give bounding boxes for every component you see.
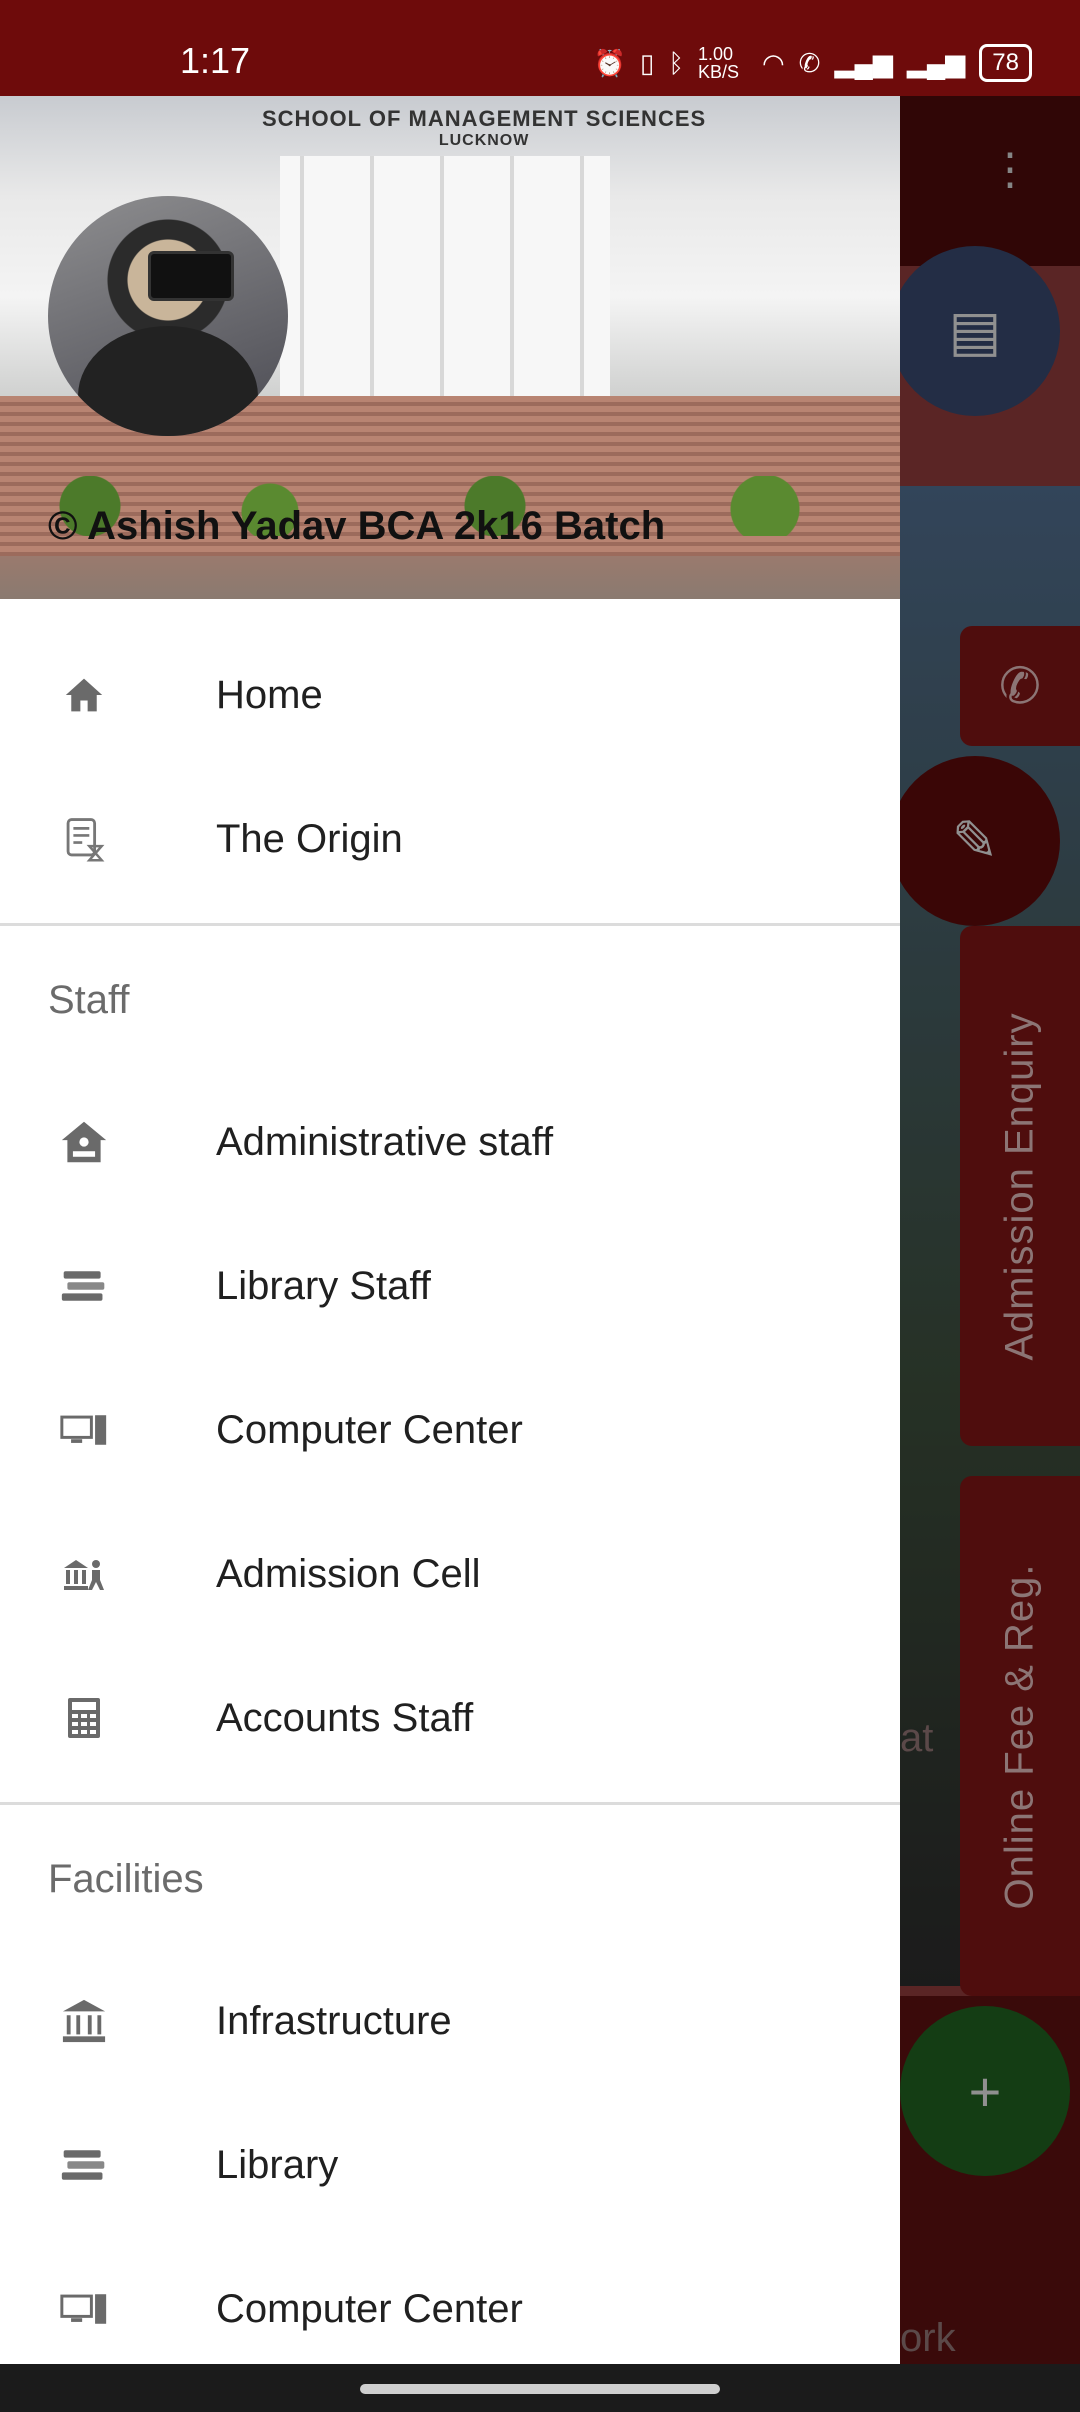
drawer-item-label: Library Staff bbox=[216, 1263, 431, 1308]
drawer-item-label: The Origin bbox=[216, 816, 403, 861]
books-icon bbox=[60, 2141, 108, 2189]
vibrate-icon: ▯ bbox=[640, 47, 655, 78]
section-header-staff: Staff bbox=[0, 926, 900, 1070]
section-title: Staff bbox=[48, 978, 130, 1022]
status-icons: ⏰ ▯ ᛒ 1.00 KB/S ◠ ✆ ▂▄▆ ▂▄▆ 78 bbox=[594, 44, 1032, 82]
home-gesture-handle[interactable] bbox=[360, 2384, 720, 2394]
drawer-header: SCHOOL OF MANAGEMENT SCIENCES LUCKNOW © … bbox=[0, 96, 900, 599]
drawer-item-admission-cell[interactable]: Admission Cell bbox=[0, 1502, 900, 1646]
drawer-scrim[interactable] bbox=[900, 96, 1080, 2364]
institution-icon bbox=[60, 1997, 108, 2045]
battery-indicator: 78 bbox=[979, 44, 1032, 82]
copyright-text: © Ashish Yadav BCA 2k16 Batch bbox=[48, 504, 666, 548]
status-time: 1:17 bbox=[180, 40, 251, 81]
system-navigation-bar bbox=[0, 2364, 1080, 2412]
drawer-item-the-origin[interactable]: The Origin bbox=[0, 767, 900, 911]
drawer-item-label: Home bbox=[216, 672, 323, 717]
desktop-icon bbox=[60, 1406, 108, 1454]
drawer-item-home[interactable]: Home bbox=[0, 623, 900, 767]
drawer-item-label: Accounts Staff bbox=[216, 1695, 474, 1740]
drawer-item-accounts-staff[interactable]: Accounts Staff bbox=[0, 1646, 900, 1790]
call-icon: ✆ bbox=[798, 47, 821, 78]
drawer-item-infrastructure[interactable]: Infrastructure bbox=[0, 1949, 900, 2093]
bluetooth-icon: ᛒ bbox=[668, 47, 684, 78]
navigation-drawer: SCHOOL OF MANAGEMENT SCIENCES LUCKNOW © … bbox=[0, 96, 900, 2364]
home-icon bbox=[60, 671, 108, 719]
alarm-icon: ⏰ bbox=[593, 47, 627, 78]
drawer-item-library-staff[interactable]: Library Staff bbox=[0, 1214, 900, 1358]
drawer-item-label: Library bbox=[216, 2142, 339, 2187]
section-header-facilities: Facilities bbox=[0, 1805, 900, 1949]
calculator-icon bbox=[60, 1694, 108, 1742]
wifi-icon: ◠ bbox=[761, 47, 785, 78]
avatar bbox=[48, 196, 288, 436]
drawer-item-label: Admission Cell bbox=[216, 1551, 481, 1596]
signal-icon: ▂▄▆ bbox=[834, 47, 893, 78]
drawer-item-label: Computer Center bbox=[216, 2286, 523, 2331]
drawer-item-computer-center-facility[interactable]: Computer Center bbox=[0, 2237, 900, 2364]
status-bar: 1:17 ⏰ ▯ ᛒ 1.00 KB/S ◠ ✆ ▂▄▆ ▂▄▆ 78 bbox=[0, 0, 1080, 96]
drawer-item-administrative-staff[interactable]: Administrative staff bbox=[0, 1070, 900, 1214]
drawer-item-label: Infrastructure bbox=[216, 1998, 452, 2043]
admin-building-icon bbox=[60, 1118, 108, 1166]
drawer-item-label: Administrative staff bbox=[216, 1119, 554, 1164]
drawer-item-label: Computer Center bbox=[216, 1407, 523, 1452]
desktop-icon bbox=[60, 2285, 108, 2333]
drawer-item-computer-center[interactable]: Computer Center bbox=[0, 1358, 900, 1502]
signal-2-icon: ▂▄▆ bbox=[906, 47, 966, 78]
document-icon bbox=[60, 815, 108, 863]
admission-icon bbox=[60, 1550, 108, 1598]
drawer-item-library[interactable]: Library bbox=[0, 2093, 900, 2237]
books-icon bbox=[60, 1262, 108, 1310]
net-speed: 1.00 KB/S bbox=[697, 44, 739, 82]
section-title: Facilities bbox=[48, 1857, 204, 1901]
building-sign: SCHOOL OF MANAGEMENT SCIENCES LUCKNOW bbox=[262, 106, 707, 149]
